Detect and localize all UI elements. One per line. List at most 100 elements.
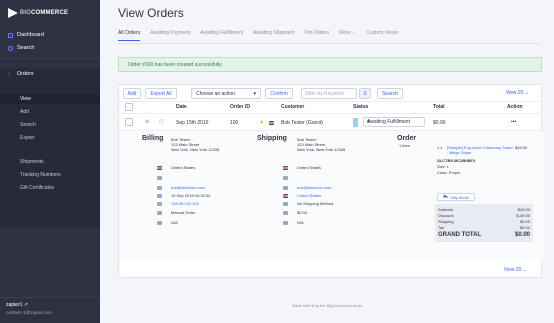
- us-flag-icon: [269, 121, 274, 125]
- globe-icon: [157, 202, 162, 206]
- subtotal-value: $49.00: [517, 207, 530, 212]
- order-id[interactable]: 100: [230, 120, 238, 126]
- select-all-checkbox[interactable]: [125, 103, 133, 111]
- billing-title: Billing: [142, 135, 164, 142]
- tab-all-orders[interactable]: All Orders: [118, 30, 141, 41]
- shipping-country-link[interactable]: United States: [297, 193, 321, 198]
- grand-total-label: GRAND TOTAL: [438, 232, 482, 238]
- sidebar-item-orders[interactable]: › Orders: [8, 71, 34, 77]
- dollar-icon: [283, 211, 288, 215]
- sidebar-item-label: Orders: [16, 71, 34, 77]
- sidebar-item-label: Search: [17, 45, 35, 51]
- billing-ip[interactable]: 135.95.242.102: [171, 201, 199, 206]
- sidebar-subitem-gift-certificates[interactable]: Gift Certificates: [20, 185, 54, 191]
- chevron-down-icon: ▾: [253, 90, 256, 97]
- tab-awaiting-shipment[interactable]: Awaiting Shipment: [253, 30, 294, 41]
- orders-menu: [0, 68, 100, 228]
- order-item-product[interactable]: [Sample] Fog Linen Chambray Towel - Beig…: [447, 145, 513, 155]
- sidebar-subitem-view[interactable]: View: [20, 96, 31, 102]
- sidebar-item-label: Dashboard: [17, 32, 44, 38]
- status-select[interactable]: Awaiting Fulfillment ▾: [363, 117, 425, 127]
- external-link-icon: ↗: [23, 302, 28, 308]
- sidebar-subitem-export[interactable]: Export: [20, 135, 34, 141]
- action-select[interactable]: Choose an action ▾: [191, 88, 261, 99]
- order-total: $0.00: [433, 120, 446, 126]
- truck-icon: [283, 202, 288, 206]
- view-count-select-bottom[interactable]: View 20 ⌄: [504, 267, 527, 273]
- view-count-select[interactable]: View 20 ⌄: [506, 90, 529, 96]
- shipping-country: United States: [297, 165, 322, 170]
- credit-card-icon: [157, 221, 162, 225]
- filter-icon[interactable]: ≡: [359, 88, 371, 99]
- table-header: Date Order ID Customer Status Total Acti…: [119, 102, 543, 112]
- logo-suffix: COMMERCE: [30, 10, 69, 16]
- tabs-divider: [118, 43, 542, 44]
- export-all-button[interactable]: Export All: [145, 88, 177, 99]
- header-order-id[interactable]: Order ID: [230, 104, 250, 110]
- sidebar-subitem-search[interactable]: Search: [20, 122, 36, 128]
- bigcommerce-logo[interactable]: BIGCOMMERCE: [8, 8, 68, 18]
- dashboard-icon: [8, 32, 13, 38]
- discount-label: Discount: [438, 213, 454, 218]
- warning-icon: ▲: [259, 119, 264, 125]
- row-checkbox[interactable]: [125, 118, 133, 126]
- tab-more[interactable]: More ⌄: [339, 30, 356, 41]
- sidebar-item-search[interactable]: Search: [8, 45, 34, 51]
- sidebar-subitem-shipments[interactable]: Shipments: [20, 159, 44, 165]
- header-action: Action: [507, 104, 523, 110]
- sidebar-subitem-add[interactable]: Add: [20, 109, 29, 115]
- order-tabs: All Orders Awaiting Payment Awaiting Ful…: [118, 30, 398, 41]
- discount-value: $-49.00: [516, 213, 530, 218]
- shipping-email[interactable]: bob@techinch.com: [297, 185, 331, 190]
- sidebar-item-dashboard[interactable]: Dashboard: [8, 32, 44, 38]
- add-button[interactable]: Add: [123, 88, 141, 99]
- confirm-button[interactable]: Confirm: [265, 88, 293, 99]
- tab-awaiting-payment[interactable]: Awaiting Payment: [150, 30, 190, 41]
- username: zapier1: [6, 302, 23, 308]
- shipping-city: New York, New York 12345: [297, 147, 346, 152]
- filter-keyword-input[interactable]: Filter by Keyword: [301, 88, 357, 99]
- phone-icon: [283, 176, 288, 180]
- tax-value: $0.00: [519, 225, 530, 230]
- header-customer[interactable]: Customer: [281, 104, 304, 110]
- status-value: Awaiting Fulfillment: [367, 119, 410, 125]
- us-flag-icon: [283, 166, 288, 170]
- success-alert: Order #100 has been created successfully…: [118, 57, 542, 72]
- sidebar-subitem-tracking-numbers[interactable]: Tracking Numbers: [20, 172, 61, 178]
- order-source-icon: [157, 211, 162, 215]
- active-item-highlight: [0, 94, 100, 104]
- order-item-color: Color: Purple: [437, 170, 461, 175]
- header-date[interactable]: Date: [176, 104, 187, 110]
- note-icon[interactable]: ▢: [159, 119, 164, 125]
- collapse-icon[interactable]: ⊖: [145, 119, 149, 125]
- user-account[interactable]: zapier1 ↗: [6, 302, 28, 308]
- header-total[interactable]: Total: [433, 104, 445, 110]
- shipping-cost: $0.00: [297, 210, 308, 215]
- email-icon: [157, 186, 162, 190]
- tab-custom-views[interactable]: Custom Views: [366, 30, 398, 41]
- tab-pre-orders[interactable]: Pre-Orders: [304, 30, 329, 41]
- search-button[interactable]: Search: [377, 88, 403, 99]
- phone-icon: [157, 176, 162, 180]
- row-actions-menu[interactable]: •••: [511, 119, 516, 125]
- shipping-method: No Shipping Method: [297, 201, 334, 206]
- billing-email[interactable]: bob@techinch.com: [171, 185, 205, 190]
- billing-country: United States: [171, 165, 196, 170]
- main-content: View Orders All Orders Awaiting Payment …: [100, 0, 554, 323]
- tax-label: Tax: [438, 225, 445, 230]
- ship-items-label: Ship items: [450, 194, 469, 200]
- table-row[interactable]: ⊖ ▢ Sep 15th 2016 100 ▲ Bob Tester (Gues…: [119, 113, 543, 130]
- order-item-price: $49.00: [515, 145, 528, 150]
- order-item-sku: SLCTBS-BC2B0BF3: [437, 158, 476, 163]
- search-icon: [8, 45, 13, 51]
- tracking-icon: [283, 221, 288, 225]
- billing-payment: N/A: [171, 220, 178, 225]
- user-email: contact+1@zapier.com: [6, 310, 52, 315]
- billing-date: 15 Sep 2016 04:30:32: [171, 193, 211, 198]
- ship-items-button[interactable]: ⛟ Ship items: [437, 193, 475, 201]
- billing-method: Manual Order: [171, 210, 196, 215]
- billing-city: New York, New York 12345: [171, 147, 220, 152]
- tab-awaiting-fulfillment[interactable]: Awaiting Fulfillment: [200, 30, 243, 41]
- customer-name[interactable]: Bob Tester (Guest): [281, 120, 323, 126]
- header-status[interactable]: Status: [353, 104, 368, 110]
